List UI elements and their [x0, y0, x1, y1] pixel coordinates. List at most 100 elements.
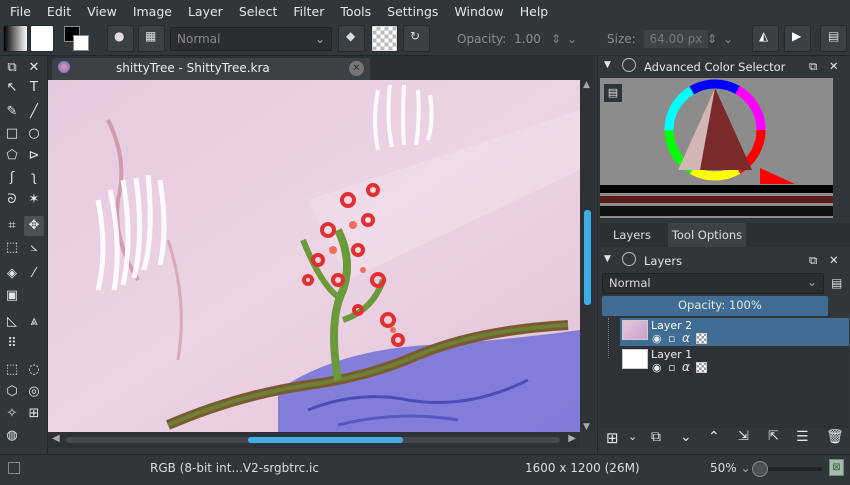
menu-filter[interactable]: Filter	[285, 4, 332, 19]
grid-tool[interactable]: ⠿	[2, 334, 22, 354]
vertical-scrollbar[interactable]: ▲ ▼	[580, 80, 595, 432]
reload-preset-button[interactable]: ↻	[403, 25, 430, 52]
multibrush-tool[interactable]: ✶	[24, 190, 44, 210]
similar-select-tool[interactable]: ⊞	[24, 404, 44, 424]
text-tool[interactable]: T	[24, 78, 44, 98]
line-tool[interactable]: ╱	[24, 102, 44, 122]
lock-icon[interactable]	[622, 58, 636, 72]
float-icon[interactable]: ⧉	[809, 59, 817, 74]
close-icon[interactable]: ✕	[829, 253, 839, 267]
scroll-up-icon[interactable]: ▲	[583, 80, 590, 90]
horizontal-scroll-thumb[interactable]	[248, 437, 403, 443]
preserve-alpha-button[interactable]	[371, 25, 398, 52]
freehand-path-tool[interactable]: ʅ	[24, 168, 44, 188]
zoom-slider-handle[interactable]	[752, 461, 768, 477]
float-icon[interactable]: ⧉	[809, 253, 817, 268]
merge-down-icon[interactable]: ⇲	[738, 429, 749, 444]
mirror-vertical-button[interactable]: ▶	[784, 25, 811, 52]
brush-settings-button[interactable]: ▦	[138, 25, 165, 52]
menu-tools[interactable]: Tools	[332, 4, 379, 19]
workspace-button[interactable]: ▤	[820, 25, 847, 52]
merge-up-icon[interactable]: ⇱	[768, 429, 779, 444]
brush-preset-button[interactable]: ●	[107, 25, 134, 52]
menu-file[interactable]: File	[2, 4, 39, 19]
scroll-right-icon[interactable]: ▶	[568, 433, 576, 444]
eye-icon[interactable]: ◉	[652, 332, 662, 345]
close-icon[interactable]: ✕	[24, 58, 44, 78]
lock-icon[interactable]: ▫	[668, 332, 675, 345]
menu-image[interactable]: Image	[125, 4, 180, 19]
mirror-horizontal-button[interactable]: ◭	[752, 25, 779, 52]
gradient-tool[interactable]: ▣	[2, 286, 22, 306]
menu-view[interactable]: View	[79, 4, 125, 19]
dynamic-brush-tool[interactable]: ᘐ	[2, 190, 22, 210]
ellipse-tool[interactable]: ○	[24, 124, 44, 144]
inherit-alpha-icon[interactable]	[696, 333, 707, 344]
polyline-tool[interactable]: ⊳	[24, 146, 44, 166]
rectangle-tool[interactable]: □	[2, 124, 22, 144]
menu-select[interactable]: Select	[231, 4, 286, 19]
freehand-select-tool[interactable]: ◎	[24, 382, 44, 402]
ellipse-select-tool[interactable]: ◌	[24, 360, 44, 380]
foreground-background-colors[interactable]	[64, 26, 90, 52]
inherit-alpha-icon[interactable]	[696, 362, 707, 373]
float-icon[interactable]: ⧉	[2, 58, 22, 78]
perspective-grid-tool[interactable]: ⩓	[24, 312, 44, 332]
fit-view-icon[interactable]: ⊠	[829, 459, 844, 476]
rect-select-tool[interactable]: ⬚	[2, 360, 22, 380]
menu-settings[interactable]: Settings	[379, 4, 446, 19]
layer-properties-icon[interactable]: ▤	[831, 276, 842, 290]
vertical-scroll-thumb[interactable]	[584, 210, 591, 305]
opacity-field[interactable]: Opacity: 1.00 ⇕ ⌄	[440, 27, 582, 51]
tab-tool-options[interactable]: Tool Options	[668, 223, 746, 247]
close-tab-icon[interactable]: ✕	[349, 61, 364, 76]
eraser-mode-button[interactable]: ◆	[338, 25, 365, 52]
fill-tool[interactable]: ◈	[2, 264, 22, 284]
bezier-select-tool[interactable]: ◍	[2, 426, 22, 446]
delete-layer-icon[interactable]: 🗑	[826, 429, 844, 445]
move-up-icon[interactable]: ⌃	[708, 429, 720, 445]
gradient-selector[interactable]	[3, 25, 28, 52]
scroll-left-icon[interactable]: ◀	[52, 433, 60, 444]
freehand-brush-tool[interactable]: ✎	[2, 102, 22, 122]
layer-row-layer-2[interactable]: Layer 2 ◉ ▫ α	[620, 318, 849, 346]
collapse-icon[interactable]: ▼	[604, 254, 611, 264]
move-down-icon[interactable]: ⌄	[680, 429, 692, 445]
lock-icon[interactable]: ▫	[668, 361, 675, 374]
layer-blend-mode-select[interactable]: Normal ⌄	[602, 273, 824, 294]
move-tool[interactable]: ✥	[24, 216, 44, 236]
layer-row-layer-1[interactable]: Layer 1 ◉ ▫ α	[620, 347, 849, 375]
tab-layers[interactable]: Layers	[600, 223, 664, 247]
layer-settings-icon[interactable]: ☰	[796, 429, 809, 445]
chevron-down-icon[interactable]: ⌄	[628, 430, 637, 443]
polygon-tool[interactable]: ⬠	[2, 146, 22, 166]
scroll-down-icon[interactable]: ▼	[583, 422, 590, 432]
polygon-select-tool[interactable]: ⬡	[2, 382, 22, 402]
close-icon[interactable]: ✕	[829, 59, 839, 73]
brush-preview-icon[interactable]	[8, 462, 20, 474]
color-picker-tool[interactable]: ⁄	[24, 264, 44, 284]
magic-wand-tool[interactable]: ✧	[2, 404, 22, 424]
alpha-lock-icon[interactable]: α	[682, 331, 690, 345]
canvas[interactable]	[48, 80, 580, 432]
measure-tool[interactable]: ⦣	[24, 238, 44, 258]
pattern-selector[interactable]	[30, 25, 54, 52]
alpha-lock-icon[interactable]: α	[682, 360, 690, 374]
menu-help[interactable]: Help	[512, 4, 557, 19]
color-selector-widget[interactable]: ▤	[600, 78, 833, 218]
crop-tool[interactable]: ⌗	[2, 216, 22, 236]
add-layer-icon[interactable]: ⊞	[606, 429, 619, 447]
blend-mode-select[interactable]: Normal ⌄	[170, 27, 332, 51]
horizontal-scrollbar[interactable]: ◀ ▶	[48, 432, 580, 448]
collapse-icon[interactable]: ▼	[604, 60, 611, 70]
color-wheel[interactable]	[600, 78, 833, 218]
menu-layer[interactable]: Layer	[180, 4, 231, 19]
select-shapes-tool[interactable]: ↖	[2, 78, 22, 98]
menu-edit[interactable]: Edit	[39, 4, 79, 19]
lock-icon[interactable]	[622, 252, 636, 266]
assistant-tool[interactable]: ◺	[2, 312, 22, 332]
transform-tool[interactable]: ⬚	[2, 238, 22, 258]
menu-window[interactable]: Window	[446, 4, 511, 19]
zoom-select[interactable]: 50% ⌄	[710, 461, 751, 475]
bezier-tool[interactable]: ʃ	[2, 168, 22, 188]
